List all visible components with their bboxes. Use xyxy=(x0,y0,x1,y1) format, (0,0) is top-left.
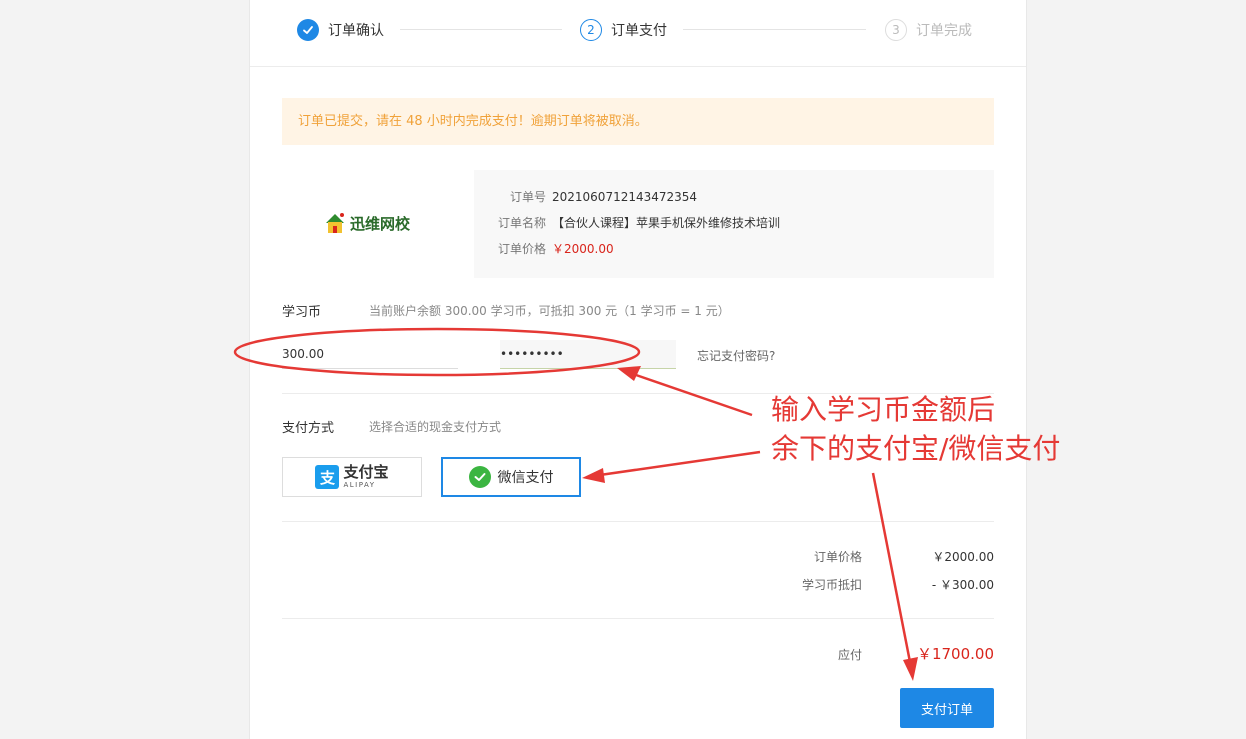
annotation-line: 余下的支付宝/微信支付 xyxy=(771,432,1061,465)
annotation-arrow xyxy=(871,472,918,681)
annotation-arrow xyxy=(582,450,761,483)
annotation-line: 输入学习币金额后 xyxy=(771,393,996,426)
annotation-ellipse xyxy=(233,327,641,377)
annotation-text: 输入学习币金额后 余下的支付宝/微信支付 xyxy=(771,390,1060,468)
annotation-overlay xyxy=(233,327,918,681)
annotation-arrow xyxy=(617,366,753,417)
